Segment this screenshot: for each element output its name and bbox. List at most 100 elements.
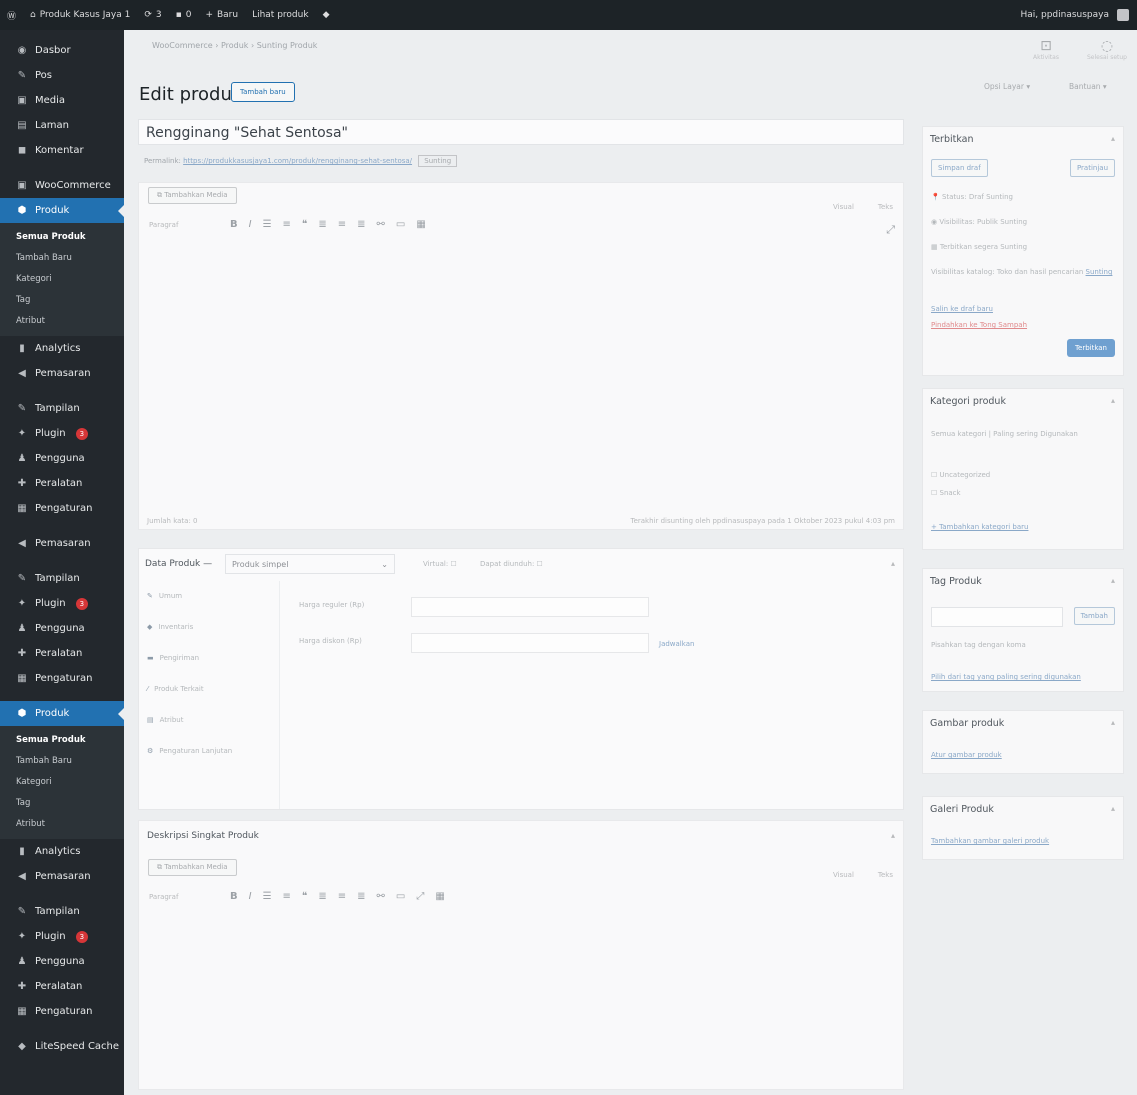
align-left-icon[interactable]: ≣ bbox=[318, 891, 326, 902]
tab-visual[interactable]: Visual bbox=[833, 203, 854, 211]
link-icon[interactable]: ⚯ bbox=[377, 891, 385, 902]
collapse-arrow-icon[interactable]: ▴ bbox=[1111, 804, 1115, 813]
choose-tags-link[interactable]: Pilih dari tag yang paling sering diguna… bbox=[931, 673, 1081, 681]
submenu-item[interactable]: Atribut bbox=[0, 311, 124, 332]
tab-text-2[interactable]: Teks bbox=[878, 871, 893, 879]
bold-icon[interactable]: B bbox=[230, 891, 238, 902]
read-more-icon[interactable]: ▭ bbox=[396, 891, 405, 902]
sale-price-input[interactable] bbox=[411, 633, 649, 653]
submenu-item[interactable]: Tag bbox=[0, 290, 124, 311]
sidebar-item-analytics[interactable]: ▮ Analytics bbox=[0, 839, 124, 864]
virtual-checkbox[interactable]: Virtual: ☐ bbox=[423, 560, 457, 568]
fullscreen-icon[interactable]: ⤢ bbox=[886, 223, 895, 237]
sidebar-item-litespeed[interactable]: ◆ LiteSpeed Cache bbox=[0, 1034, 124, 1059]
add-tag-button[interactable]: Tambah bbox=[1073, 607, 1115, 625]
preview-button[interactable]: Pratinjau bbox=[1069, 159, 1115, 177]
blockquote-icon[interactable]: ❝ bbox=[302, 891, 307, 902]
screen-options-button[interactable]: Opsi Layar ▾ bbox=[984, 82, 1030, 91]
format-select-2[interactable]: Paragraf bbox=[149, 893, 219, 901]
toolbar-toggle-icon[interactable]: ▦ bbox=[435, 891, 444, 902]
align-right-icon[interactable]: ≣ bbox=[357, 219, 365, 230]
sidebar-item-produk[interactable]: ⬢ Produk bbox=[0, 198, 124, 223]
sidebar-item-pos[interactable]: ✎ Pos bbox=[0, 63, 124, 88]
collapse-arrow-icon[interactable]: ▴ bbox=[1111, 134, 1115, 143]
tab-text[interactable]: Teks bbox=[878, 203, 893, 211]
collapse-arrow-icon[interactable]: ▴ bbox=[1111, 576, 1115, 585]
sidebar-item-pengaturan[interactable]: ▦ Pengaturan bbox=[0, 999, 124, 1024]
collapse-arrow-icon[interactable]: ▴ bbox=[891, 831, 895, 840]
sidebar-item-plugin[interactable]: ✦ Plugin 3 bbox=[0, 421, 124, 446]
tab-visual-2[interactable]: Visual bbox=[833, 871, 854, 879]
save-draft-button[interactable]: Simpan draf bbox=[931, 159, 988, 177]
sidebar-item-peralatan[interactable]: ✚ Peralatan bbox=[0, 641, 124, 666]
finish-setup-button[interactable]: ◌ Selesai setup bbox=[1087, 38, 1127, 61]
add-category-link[interactable]: + Tambahkan kategori baru bbox=[931, 523, 1028, 531]
toolbar-toggle-icon[interactable]: ▦ bbox=[416, 219, 425, 230]
submenu-item[interactable]: Kategori bbox=[0, 772, 124, 793]
product-tab-5[interactable]: ⚙ Pengaturan Lanjutan bbox=[139, 736, 279, 767]
updates-link[interactable]: ⟳ 3 bbox=[137, 10, 168, 20]
collapse-arrow-icon[interactable]: ▴ bbox=[891, 559, 895, 568]
sidebar-item-peralatan[interactable]: ✚ Peralatan bbox=[0, 974, 124, 999]
sidebar-item-pengguna[interactable]: ♟ Pengguna bbox=[0, 949, 124, 974]
submenu-item[interactable]: Tambah Baru bbox=[0, 248, 124, 269]
view-product-link[interactable]: Lihat produk bbox=[245, 10, 315, 20]
sidebar-item-laman[interactable]: ▤ Laman bbox=[0, 113, 124, 138]
user-menu[interactable]: Hai, ppdinasuspaya bbox=[1013, 9, 1137, 21]
copy-draft-link[interactable]: Salin ke draf baru bbox=[931, 305, 993, 313]
align-center-icon[interactable]: ≡ bbox=[338, 891, 346, 902]
align-right-icon[interactable]: ≣ bbox=[357, 891, 365, 902]
bold-icon[interactable]: B bbox=[230, 219, 238, 230]
sidebar-item-media[interactable]: ▣ Media bbox=[0, 88, 124, 113]
add-gallery-link[interactable]: Tambahkan gambar galeri produk bbox=[931, 837, 1049, 845]
submenu-item[interactable]: Semua Produk bbox=[0, 730, 124, 751]
tag-input[interactable] bbox=[931, 607, 1063, 627]
site-name-link[interactable]: ⌂ Produk Kasus Jaya 1 bbox=[23, 10, 137, 20]
set-image-link[interactable]: Atur gambar produk bbox=[931, 751, 1002, 759]
sidebar-item-tampilan[interactable]: ✎ Tampilan bbox=[0, 566, 124, 591]
diamond-icon[interactable]: ◆ bbox=[316, 10, 337, 20]
add-media-button[interactable]: ⧉ Tambahkan Media bbox=[148, 187, 237, 204]
collapse-arrow-icon[interactable]: ▴ bbox=[1111, 396, 1115, 405]
publish-button[interactable]: Terbitkan bbox=[1066, 339, 1115, 357]
comments-link[interactable]: ▪ 0 bbox=[169, 10, 199, 20]
sidebar-item-tampilan[interactable]: ✎ Tampilan bbox=[0, 396, 124, 421]
format-select[interactable]: Paragraf bbox=[149, 221, 219, 229]
product-type-select[interactable]: Produk simpel ⌄ bbox=[225, 554, 395, 574]
submenu-item[interactable]: Semua Produk bbox=[0, 227, 124, 248]
product-tab-2[interactable]: ▬ Pengiriman bbox=[139, 643, 279, 674]
downloadable-checkbox[interactable]: Dapat diunduh: ☐ bbox=[480, 560, 543, 568]
sidebar-item-pengguna[interactable]: ♟ Pengguna bbox=[0, 616, 124, 641]
sidebar-item-peralatan[interactable]: ✚ Peralatan bbox=[0, 471, 124, 496]
blockquote-icon[interactable]: ❝ bbox=[302, 219, 307, 230]
sidebar-item-produk-2[interactable]: ⬢ Produk bbox=[0, 701, 124, 726]
product-tab-0[interactable]: ✎ Umum bbox=[139, 581, 279, 612]
sidebar-item-plugin[interactable]: ✦ Plugin 3 bbox=[0, 924, 124, 949]
collapse-arrow-icon[interactable]: ▴ bbox=[1111, 718, 1115, 727]
regular-price-input[interactable] bbox=[411, 597, 649, 617]
sidebar-item-pemasaran[interactable]: ◀ Pemasaran bbox=[0, 361, 124, 386]
schedule-link[interactable]: Jadwalkan bbox=[659, 640, 694, 648]
product-tab-4[interactable]: ▤ Atribut bbox=[139, 705, 279, 736]
help-button[interactable]: Bantuan ▾ bbox=[1069, 82, 1107, 91]
fullscreen-icon[interactable]: ⤢ bbox=[416, 891, 424, 902]
align-left-icon[interactable]: ≣ bbox=[318, 219, 326, 230]
category-item[interactable]: ☐ Snack bbox=[931, 489, 961, 497]
activity-button[interactable]: ⊡ Aktivitas bbox=[1033, 38, 1059, 61]
submenu-item[interactable]: Atribut bbox=[0, 814, 124, 835]
bullet-list-icon[interactable]: ☰ bbox=[263, 219, 272, 230]
product-tab-3[interactable]: ⁄ Produk Terkait bbox=[139, 674, 279, 705]
permalink-url[interactable]: https://produkkasusjaya1.com/produk/reng… bbox=[183, 157, 412, 165]
sidebar-item-dasbor[interactable]: ◉ Dasbor bbox=[0, 38, 124, 63]
align-center-icon[interactable]: ≡ bbox=[338, 219, 346, 230]
trash-link[interactable]: Pindahkan ke Tong Sampah bbox=[931, 321, 1027, 329]
numbered-list-icon[interactable]: ≡ bbox=[283, 219, 291, 230]
sidebar-item-pengguna[interactable]: ♟ Pengguna bbox=[0, 446, 124, 471]
category-item[interactable]: ☐ Uncategorized bbox=[931, 471, 990, 479]
add-media-button-2[interactable]: ⧉ Tambahkan Media bbox=[148, 859, 237, 876]
sidebar-item-komentar[interactable]: ◼ Komentar bbox=[0, 138, 124, 163]
sidebar-item-pengaturan[interactable]: ▦ Pengaturan bbox=[0, 496, 124, 521]
permalink-edit-button[interactable]: Sunting bbox=[418, 155, 458, 167]
sidebar-item-woocommerce[interactable]: ▣ WooCommerce bbox=[0, 173, 124, 198]
wordpress-logo-icon[interactable]: Ⓦ bbox=[0, 9, 23, 22]
